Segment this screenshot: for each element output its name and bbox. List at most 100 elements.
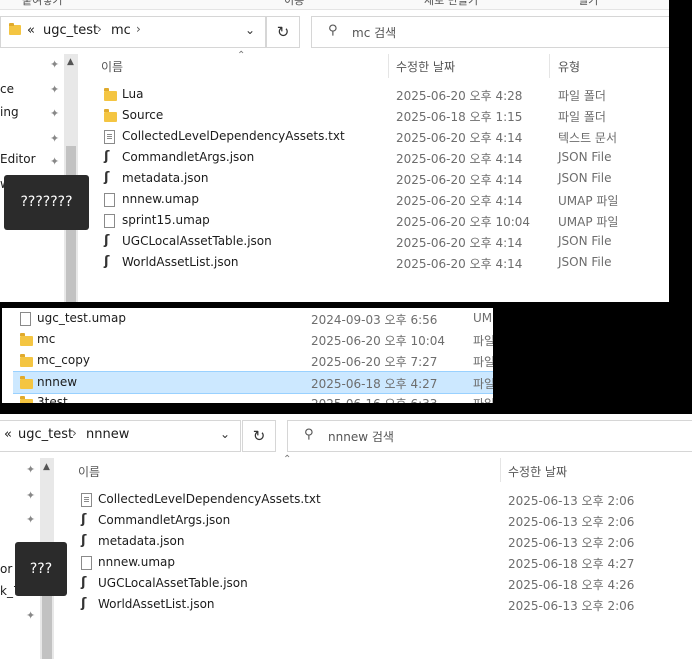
chevron-down-icon[interactable]: ⌄ bbox=[245, 23, 255, 37]
file-date: 2025-06-13 오후 2:06 bbox=[508, 599, 635, 613]
file-date: 2025-06-20 오후 4:14 bbox=[396, 152, 523, 166]
file-type: 파일 폴더 bbox=[558, 89, 606, 103]
list-item[interactable]: ugc_test.umap 2024-09-03 오후 6:56 UM bbox=[2, 308, 493, 329]
list-item[interactable]: 3test 2025-06-16 오후 6:33 파일 bbox=[2, 392, 493, 403]
file-type: 파일 폴더 bbox=[558, 110, 606, 124]
list-item[interactable]: ʃ WorldAssetList.json 2025-06-13 오후 2:06 bbox=[0, 594, 692, 615]
ribbon-cut: 붙여넣기 이동 새로 만들기 열기 bbox=[0, 0, 669, 10]
file-name: CollectedLevelDependencyAssets.txt bbox=[122, 129, 345, 143]
file-type: 파일 bbox=[473, 377, 493, 391]
file-date: 2025-06-13 오후 2:06 bbox=[508, 494, 635, 508]
list-item[interactable]: nnnew.umap 2025-06-20 오후 4:14 UMAP 파일 bbox=[0, 189, 669, 210]
file-type: JSON File bbox=[558, 171, 612, 185]
file-date: 2025-06-13 오후 2:06 bbox=[508, 515, 635, 529]
search-placeholder[interactable]: nnnew 검색 bbox=[328, 428, 394, 445]
breadcrumb-ugc-test[interactable]: ugc_test bbox=[43, 23, 98, 38]
column-header-date[interactable]: 수정한 날짜 bbox=[396, 58, 455, 75]
list-item[interactable]: CollectedLevelDependencyAssets.txt 2025-0… bbox=[0, 126, 669, 147]
json-file-icon: ʃ bbox=[81, 575, 87, 590]
chevron-right-icon[interactable]: › bbox=[97, 22, 102, 36]
breadcrumb-nnnew[interactable]: nnnew bbox=[86, 427, 129, 442]
file-type: JSON File bbox=[558, 234, 612, 248]
file-date: 2025-06-20 오후 4:14 bbox=[396, 131, 523, 145]
breadcrumb-ugc-test[interactable]: ugc_test bbox=[18, 427, 73, 442]
ribbon-new[interactable]: 새로 만들기 bbox=[424, 0, 478, 8]
search-box[interactable]: ⚲ nnnew 검색 bbox=[287, 420, 692, 452]
search-placeholder[interactable]: mc 검색 bbox=[352, 24, 396, 41]
list-item[interactable]: CollectedLevelDependencyAssets.txt 2025-0… bbox=[0, 489, 692, 510]
list-item[interactable]: nnnew 2025-06-18 오후 4:27 파일 bbox=[13, 371, 493, 394]
file-date: 2025-06-18 오후 4:27 bbox=[311, 377, 438, 391]
explorer-window-mc: 붙여넣기 이동 새로 만들기 열기 « ugc_test › mc › ⌄ ↻ … bbox=[0, 0, 669, 302]
list-item[interactable]: sprint15.umap 2025-06-20 오후 10:04 UMAP 파일 bbox=[0, 210, 669, 231]
chevron-down-icon[interactable]: ⌄ bbox=[220, 427, 230, 441]
file-name: ugc_test.umap bbox=[37, 311, 126, 325]
file-icon bbox=[104, 214, 115, 228]
explorer-window-ugc-test: ugc_test.umap 2024-09-03 오후 6:56 UM mc 2025-… bbox=[2, 308, 493, 403]
file-type: UM bbox=[473, 311, 493, 325]
json-file-icon: ʃ bbox=[81, 596, 87, 611]
file-icon bbox=[81, 556, 92, 570]
text-file-icon bbox=[81, 493, 92, 507]
list-item[interactable]: Lua 2025-06-20 오후 4:28 파일 폴더 bbox=[0, 84, 669, 105]
list-item[interactable]: Source 2025-06-18 오후 1:15 파일 폴더 bbox=[0, 105, 669, 126]
breadcrumb-overflow[interactable]: « bbox=[27, 23, 35, 38]
file-icon bbox=[20, 312, 31, 326]
chevron-right-icon[interactable]: › bbox=[136, 22, 141, 36]
folder-icon bbox=[20, 376, 33, 389]
list-item[interactable]: ʃ WorldAssetList.json 2025-06-20 오후 4:14 JS… bbox=[0, 252, 669, 273]
list-item[interactable]: nnnew.umap 2025-06-18 오후 4:27 bbox=[0, 552, 692, 573]
json-file-icon: ʃ bbox=[104, 149, 110, 164]
list-item[interactable]: ʃ CommandletArgs.json 2025-06-20 오후 4:14 JS… bbox=[0, 147, 669, 168]
ribbon-paste[interactable]: 붙여넣기 bbox=[22, 0, 62, 8]
file-name: mc bbox=[37, 332, 56, 346]
file-name: 3test bbox=[37, 395, 68, 403]
ribbon-open[interactable]: 열기 bbox=[578, 0, 598, 8]
breadcrumb-mc[interactable]: mc bbox=[111, 23, 131, 38]
file-name: sprint15.umap bbox=[122, 213, 210, 227]
address-row: « ugc_test › nnnew ⌄ ↻ ⚲ nnnew 검색 bbox=[0, 420, 692, 454]
column-header-type[interactable]: 유형 bbox=[558, 58, 580, 75]
sort-up-icon: ⌃ bbox=[237, 50, 246, 61]
search-icon: ⚲ bbox=[328, 23, 338, 38]
column-divider[interactable] bbox=[500, 458, 501, 482]
breadcrumb-overflow[interactable]: « bbox=[4, 427, 12, 442]
address-bar[interactable]: « ugc_test › mc › ⌄ bbox=[0, 16, 266, 48]
file-date: 2025-06-20 오후 4:14 bbox=[396, 236, 523, 250]
list-item[interactable]: mc_copy 2025-06-20 오후 7:27 파일 bbox=[2, 350, 493, 371]
list-item[interactable]: ʃ metadata.json 2025-06-20 오후 4:14 JSON Fil… bbox=[0, 168, 669, 189]
file-name: CommandletArgs.json bbox=[98, 513, 231, 527]
file-date: 2025-06-18 오후 1:15 bbox=[396, 110, 523, 124]
list-item[interactable]: ʃ UGCLocalAssetTable.json 2025-06-18 오후 4:… bbox=[0, 573, 692, 594]
pin-icon: ✦ bbox=[26, 463, 36, 476]
column-divider[interactable] bbox=[549, 54, 550, 78]
refresh-button[interactable]: ↻ bbox=[266, 16, 300, 48]
text-file-icon bbox=[104, 130, 115, 144]
list-item[interactable]: ʃ CommandletArgs.json 2025-06-13 오후 2:06 bbox=[0, 510, 692, 531]
ribbon-move[interactable]: 이동 bbox=[284, 0, 304, 8]
file-date: 2025-06-13 오후 2:06 bbox=[508, 536, 635, 550]
address-bar[interactable]: « ugc_test › nnnew ⌄ bbox=[0, 420, 241, 452]
file-type: 텍스트 문서 bbox=[558, 131, 618, 145]
list-item[interactable]: mc 2025-06-20 오후 10:04 파일 bbox=[2, 329, 493, 350]
folder-icon bbox=[9, 23, 21, 35]
file-type: 파일 bbox=[473, 334, 493, 348]
file-name: nnnew bbox=[37, 375, 78, 389]
folder-icon bbox=[104, 109, 117, 122]
column-header-name[interactable]: 이름 bbox=[78, 463, 100, 480]
refresh-button[interactable]: ↻ bbox=[242, 420, 276, 452]
list-item[interactable]: ʃ UGCLocalAssetTable.json 2025-06-20 오후 4:… bbox=[0, 231, 669, 252]
search-box[interactable]: ⚲ mc 검색 bbox=[311, 16, 669, 48]
list-item[interactable]: ʃ metadata.json 2025-06-13 오후 2:06 bbox=[0, 531, 692, 552]
file-name: CollectedLevelDependencyAssets.txt bbox=[98, 492, 321, 506]
column-divider[interactable] bbox=[388, 54, 389, 78]
column-header-name[interactable]: 이름 bbox=[101, 58, 123, 75]
scroll-up-icon[interactable]: ▲ bbox=[43, 462, 50, 472]
file-date: 2025-06-16 오후 6:33 bbox=[311, 395, 437, 403]
file-date: 2024-09-03 오후 6:56 bbox=[311, 313, 438, 327]
column-header-date[interactable]: 수정한 날짜 bbox=[508, 463, 567, 480]
chevron-right-icon[interactable]: › bbox=[72, 426, 77, 440]
file-date: 2025-06-20 오후 4:14 bbox=[396, 257, 523, 271]
file-name: metadata.json bbox=[98, 534, 185, 548]
scroll-up-icon[interactable]: ▲ bbox=[67, 57, 74, 67]
